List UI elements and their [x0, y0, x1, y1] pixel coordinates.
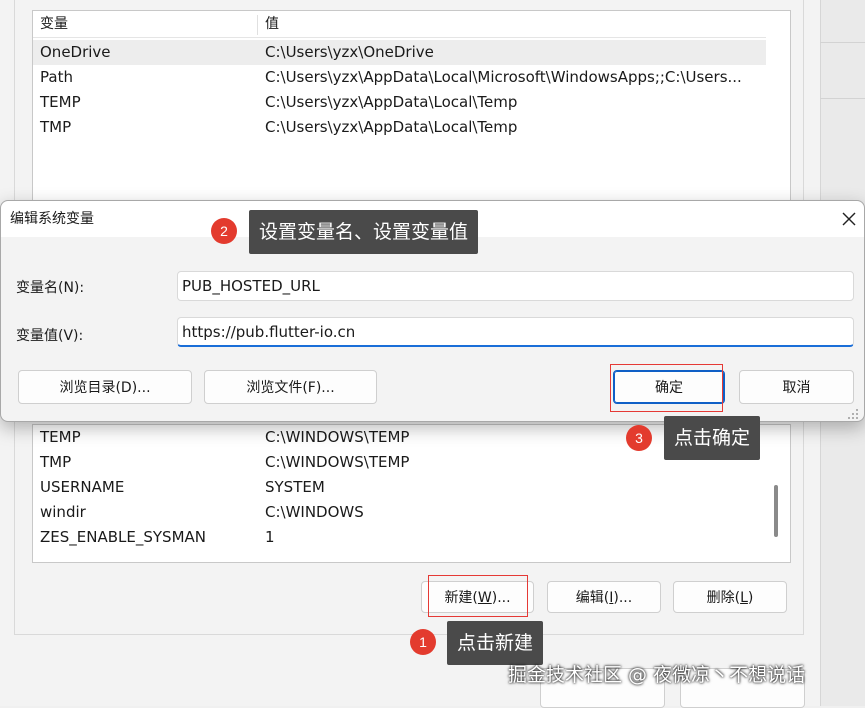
- step-1-badge: 1: [410, 629, 436, 655]
- step-2-tooltip: 设置变量名、设置变量值: [249, 210, 479, 254]
- table-row[interactable]: windir C:\WINDOWS: [33, 500, 766, 525]
- table-row[interactable]: TMP C:\WINDOWS\TEMP: [33, 450, 766, 475]
- edge-divider: [820, 42, 865, 43]
- variable-value: C:\Users\yzx\AppData\Local\Temp: [265, 93, 518, 111]
- variable-value: C:\WINDOWS: [265, 503, 364, 521]
- group-border: [14, 634, 804, 635]
- watermark: 掘金技术社区 @ 夜微凉丶不想说话: [508, 664, 806, 686]
- button-text: 删除(: [706, 590, 741, 606]
- list-header: 变量 值: [33, 11, 766, 38]
- highlight-ok-button: [610, 364, 723, 412]
- variable-value: C:\Users\yzx\AppData\Local\Microsoft\Win…: [265, 68, 742, 86]
- table-row[interactable]: OneDrive C:\Users\yzx\OneDrive: [33, 40, 766, 65]
- column-header-variable[interactable]: 变量: [33, 11, 68, 37]
- variable-name: windir: [40, 503, 86, 521]
- user-variables-list[interactable]: 变量 值 OneDrive C:\Users\yzx\OneDrive Path…: [32, 10, 791, 202]
- variable-name: OneDrive: [40, 43, 111, 61]
- step-1-tooltip: 点击新建: [447, 621, 544, 665]
- button-suffix: ): [747, 590, 754, 606]
- variable-name: USERNAME: [40, 478, 125, 496]
- table-row[interactable]: USERNAME SYSTEM: [33, 475, 766, 500]
- table-row[interactable]: TEMP C:\Users\yzx\AppData\Local\Temp: [33, 90, 766, 115]
- step-2-badge: 2: [211, 218, 237, 244]
- scrollbar-thumb[interactable]: [774, 485, 778, 537]
- access-key: L: [740, 590, 748, 606]
- button-suffix: )...: [613, 590, 633, 606]
- dialog-title: 编辑系统变量: [10, 211, 94, 227]
- variable-value: C:\Users\yzx\AppData\Local\Temp: [265, 118, 518, 136]
- variable-name-input[interactable]: PUB_HOSTED_URL: [177, 271, 854, 301]
- step-3-tooltip: 点击确定: [664, 416, 761, 460]
- variable-value: 1: [265, 528, 275, 546]
- variable-name: ZES_ENABLE_SYSMAN: [40, 528, 206, 546]
- browse-file-button[interactable]: 浏览文件(F)...: [204, 370, 377, 404]
- variable-name: TMP: [40, 453, 72, 471]
- variable-value: C:\Users\yzx\OneDrive: [265, 43, 434, 61]
- table-row[interactable]: TMP C:\Users\yzx\AppData\Local\Temp: [33, 115, 766, 140]
- variable-name: TEMP: [40, 93, 81, 111]
- edit-button[interactable]: 编辑(I)...: [547, 581, 661, 613]
- table-row[interactable]: Path C:\Users\yzx\AppData\Local\Microsof…: [33, 65, 766, 90]
- table-row[interactable]: TEMP C:\WINDOWS\TEMP: [33, 425, 766, 450]
- variable-name: TMP: [40, 118, 72, 136]
- table-row[interactable]: ZES_ENABLE_SYSMAN 1: [33, 525, 766, 550]
- variable-name-label: 变量名(N):: [16, 280, 85, 296]
- step-3-badge: 3: [626, 425, 652, 451]
- column-header-value[interactable]: 值: [258, 11, 279, 37]
- cancel-button[interactable]: 取消: [739, 370, 854, 404]
- variable-name: TEMP: [40, 428, 81, 446]
- variable-value-input[interactable]: https://pub.flutter-io.cn: [177, 317, 854, 347]
- variable-name: Path: [40, 68, 73, 86]
- close-icon[interactable]: [839, 209, 859, 229]
- variable-value: SYSTEM: [265, 478, 325, 496]
- browse-directory-button[interactable]: 浏览目录(D)...: [18, 370, 192, 404]
- resize-grip-icon[interactable]: [846, 407, 860, 421]
- button-text: 编辑(: [575, 590, 610, 606]
- variable-value-label: 变量值(V):: [16, 328, 84, 344]
- edge-divider: [820, 98, 865, 99]
- highlight-new-button: [428, 575, 528, 617]
- delete-button[interactable]: 删除(L): [673, 581, 787, 613]
